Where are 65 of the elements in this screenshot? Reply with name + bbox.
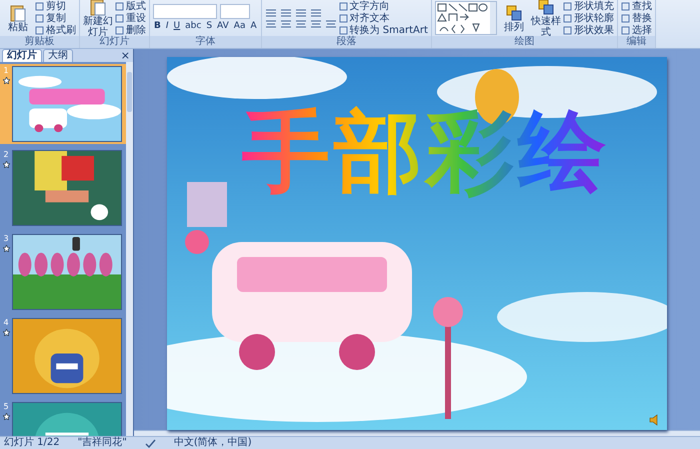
slide-number: 2	[3, 150, 9, 159]
ribbon-button[interactable]: 形状填充	[562, 0, 614, 12]
close-button[interactable]: ×	[118, 50, 133, 62]
ribbon-button[interactable]: 对齐文本	[338, 12, 428, 24]
align-icon[interactable]	[324, 18, 337, 28]
list-icon[interactable]	[310, 8, 322, 18]
group-label: 剪贴板	[0, 36, 79, 48]
scrollbar[interactable]	[126, 62, 133, 436]
group-label: 段落	[262, 36, 431, 48]
group-label: 绘图	[432, 36, 617, 48]
ribbon-button[interactable]: 版式	[115, 0, 146, 12]
ribbon-button[interactable]: 排列	[498, 4, 529, 32]
ribbon-button[interactable]: 复制	[35, 12, 76, 24]
pane-tab[interactable]: 大纲	[43, 49, 73, 62]
ribbon-button[interactable]: 删除	[115, 24, 146, 36]
ribbon-button[interactable]: 文字方向	[338, 0, 428, 12]
spellcheck-icon[interactable]	[144, 438, 156, 448]
star-icon	[2, 161, 10, 168]
list-icon[interactable]	[280, 8, 292, 18]
format-button[interactable]: abc	[184, 20, 202, 32]
ribbon-button[interactable]: 形状效果	[562, 24, 614, 36]
ribbon-button[interactable]: 重设	[115, 12, 146, 24]
ribbon-button[interactable]: 格式刷	[35, 24, 76, 36]
slide-number: 5	[3, 402, 9, 411]
language-label: 中文(简体，中国)	[174, 437, 252, 449]
shapes-icon	[504, 4, 523, 22]
clipboard-icon	[89, 0, 107, 16]
star-icon	[2, 329, 10, 336]
ribbon-button[interactable]: 转换为 SmartArt	[338, 24, 428, 36]
list-icon[interactable]	[264, 8, 277, 18]
list-icon[interactable]	[294, 8, 307, 18]
format-button[interactable]: A	[249, 20, 258, 32]
shapes-icon	[536, 0, 555, 16]
ribbon-button[interactable]: 查找	[620, 0, 652, 12]
pane-tab[interactable]: 幻灯片	[2, 49, 42, 62]
clipboard-icon	[9, 4, 27, 22]
format-button[interactable]: AV	[216, 20, 230, 32]
align-icon[interactable]	[280, 18, 292, 28]
font-size-field[interactable]	[220, 4, 250, 19]
star-icon	[2, 77, 10, 84]
slide-number: 1	[3, 66, 9, 75]
ribbon-button[interactable]: 粘贴	[3, 4, 33, 32]
shapes-gallery-drawing[interactable]	[434, 1, 497, 35]
align-icon[interactable]	[294, 18, 307, 28]
format-button[interactable]: U	[172, 20, 182, 32]
slide-counter: 幻灯片 1/22	[4, 437, 60, 449]
ribbon-button[interactable]: 剪切	[35, 0, 76, 12]
group-label: 幻灯片	[80, 36, 149, 48]
star-icon	[2, 413, 10, 420]
font-name-field[interactable]	[153, 4, 217, 19]
format-button[interactable]: B	[153, 20, 162, 32]
ribbon-button[interactable]: 形状轮廓	[562, 12, 614, 24]
align-icon[interactable]	[264, 18, 277, 28]
format-button[interactable]: S	[205, 20, 214, 32]
group-label: 编辑	[618, 36, 655, 48]
theme-name: "吉祥同花"	[78, 437, 127, 449]
ribbon-button[interactable]: 替换	[620, 12, 652, 24]
group-label: 字体	[150, 36, 261, 48]
star-icon	[2, 245, 10, 252]
slide-number: 4	[3, 318, 9, 327]
format-button[interactable]: Aa	[232, 20, 246, 32]
format-button[interactable]: I	[164, 20, 170, 32]
slide-number: 3	[3, 234, 9, 243]
ribbon-button[interactable]: 选择	[620, 24, 652, 36]
align-icon[interactable]	[310, 18, 322, 28]
